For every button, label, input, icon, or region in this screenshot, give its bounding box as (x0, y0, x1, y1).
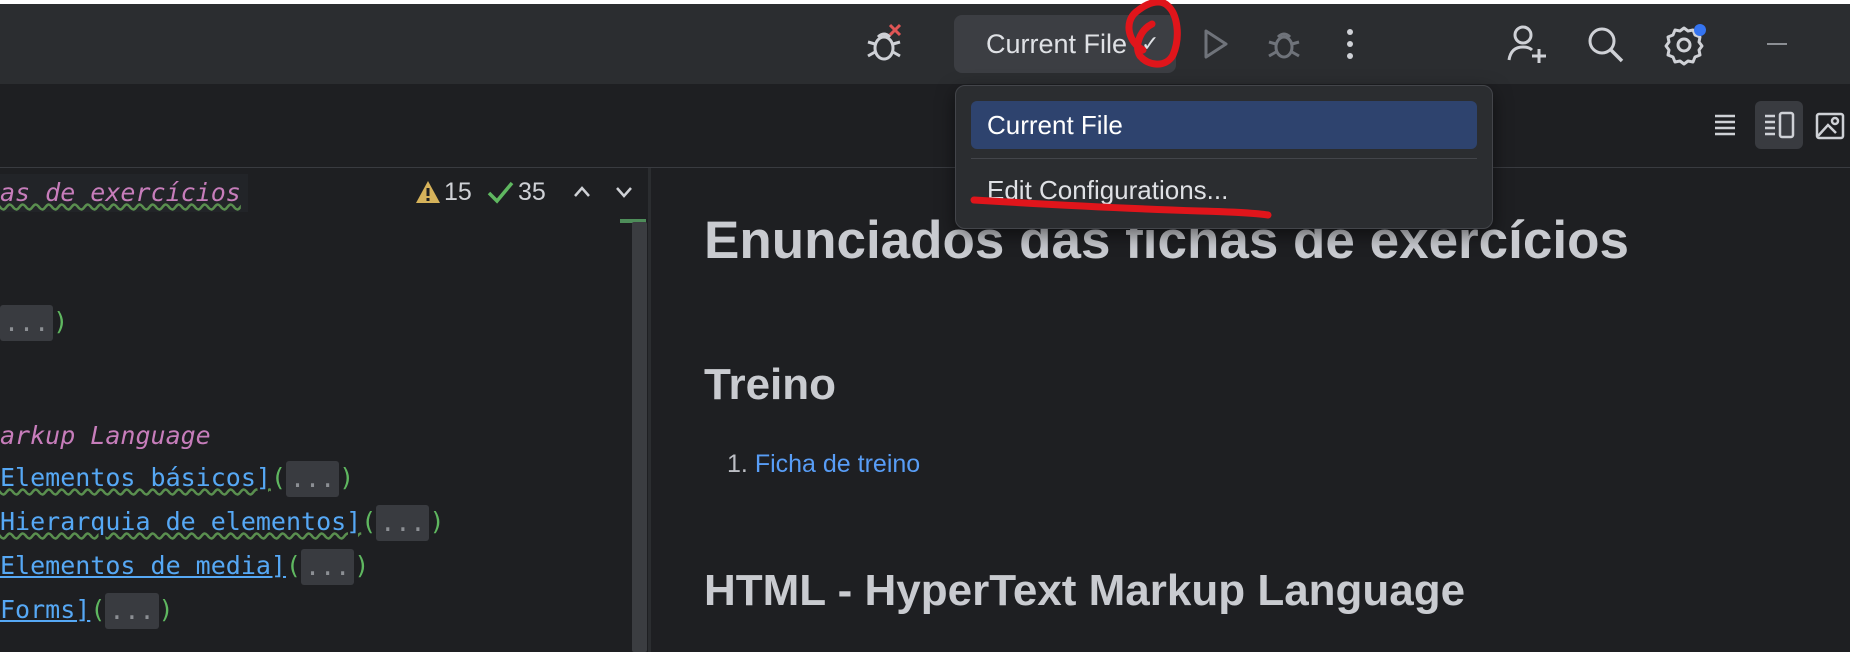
preview-heading-html: HTML - HyperText Markup Language (704, 566, 1466, 615)
run-configuration-dropdown: Current File Edit Configurations... (955, 85, 1493, 229)
run-configuration-selector[interactable]: Current File ✓ (954, 15, 1176, 73)
dropdown-separator (971, 158, 1477, 159)
dropdown-item-current-file[interactable]: Current File (971, 101, 1477, 149)
preview-image-icon[interactable] (1814, 110, 1846, 142)
title-bar: Current File ✓ (0, 4, 1850, 84)
editor-toolbar (0, 84, 1850, 168)
split-view-icon[interactable] (1755, 101, 1803, 149)
editor-scrollbar[interactable] (632, 222, 647, 652)
link-text[interactable]: Hierarquia de elementos] (0, 507, 361, 536)
folded-region[interactable]: ... (105, 593, 159, 629)
chevron-down-icon: ✓ (1141, 31, 1160, 56)
folded-region[interactable]: ... (376, 505, 430, 541)
link-text[interactable]: Forms] (0, 595, 90, 624)
list-view-icon[interactable] (1710, 110, 1740, 140)
code-line: Forms](...) (0, 590, 174, 630)
folded-region[interactable]: ... (301, 549, 355, 585)
link-text[interactable]: Elementos de media] (0, 551, 286, 580)
list-item: 1. Ficha de treino (727, 450, 921, 478)
code-line: arkup Language (0, 421, 211, 450)
code-line: Elementos de media](...) (0, 546, 369, 586)
previous-highlight-icon[interactable] (570, 178, 594, 206)
ok-indicator[interactable]: 35 (484, 174, 556, 210)
editor-header: as de exercícios 15 35 (0, 168, 632, 212)
markdown-source-editor[interactable]: as de exercícios 15 35 ...) arkup Langua… (0, 168, 632, 652)
minimize-icon[interactable] (1765, 32, 1789, 56)
folded-region[interactable]: ... (286, 461, 340, 497)
run-icon[interactable] (1197, 26, 1233, 62)
settings-icon[interactable] (1662, 21, 1708, 67)
more-vertical-icon[interactable] (1335, 24, 1365, 64)
warnings-indicator[interactable]: 15 (412, 174, 474, 210)
link-text[interactable]: Elementos básicos] (0, 463, 271, 492)
checkmark-icon (487, 181, 514, 204)
next-highlight-icon[interactable] (612, 178, 636, 206)
preview-link[interactable]: Ficha de treino (755, 450, 920, 478)
add-user-icon[interactable] (1505, 22, 1549, 66)
code-line: Hierarquia de elementos](...) (0, 502, 445, 542)
folded-region[interactable]: ... (0, 305, 54, 341)
ok-count: 35 (518, 178, 546, 206)
warning-icon (416, 181, 440, 203)
code-line: ...) (0, 302, 68, 342)
markdown-preview: Enunciados das fichas de exercícios Trei… (651, 168, 1850, 652)
debug-error-icon[interactable] (862, 22, 906, 66)
run-configuration-label: Current File (986, 29, 1128, 59)
debug-icon[interactable] (1264, 24, 1304, 64)
preview-heading-treino: Treino (704, 360, 837, 409)
warnings-count: 15 (444, 178, 472, 206)
dropdown-item-edit-configurations[interactable]: Edit Configurations... (971, 168, 1477, 212)
heading-breadcrumb[interactable]: as de exercícios (0, 174, 248, 212)
code-line: Elementos básicos](...) (0, 458, 354, 498)
search-icon[interactable] (1584, 23, 1626, 65)
